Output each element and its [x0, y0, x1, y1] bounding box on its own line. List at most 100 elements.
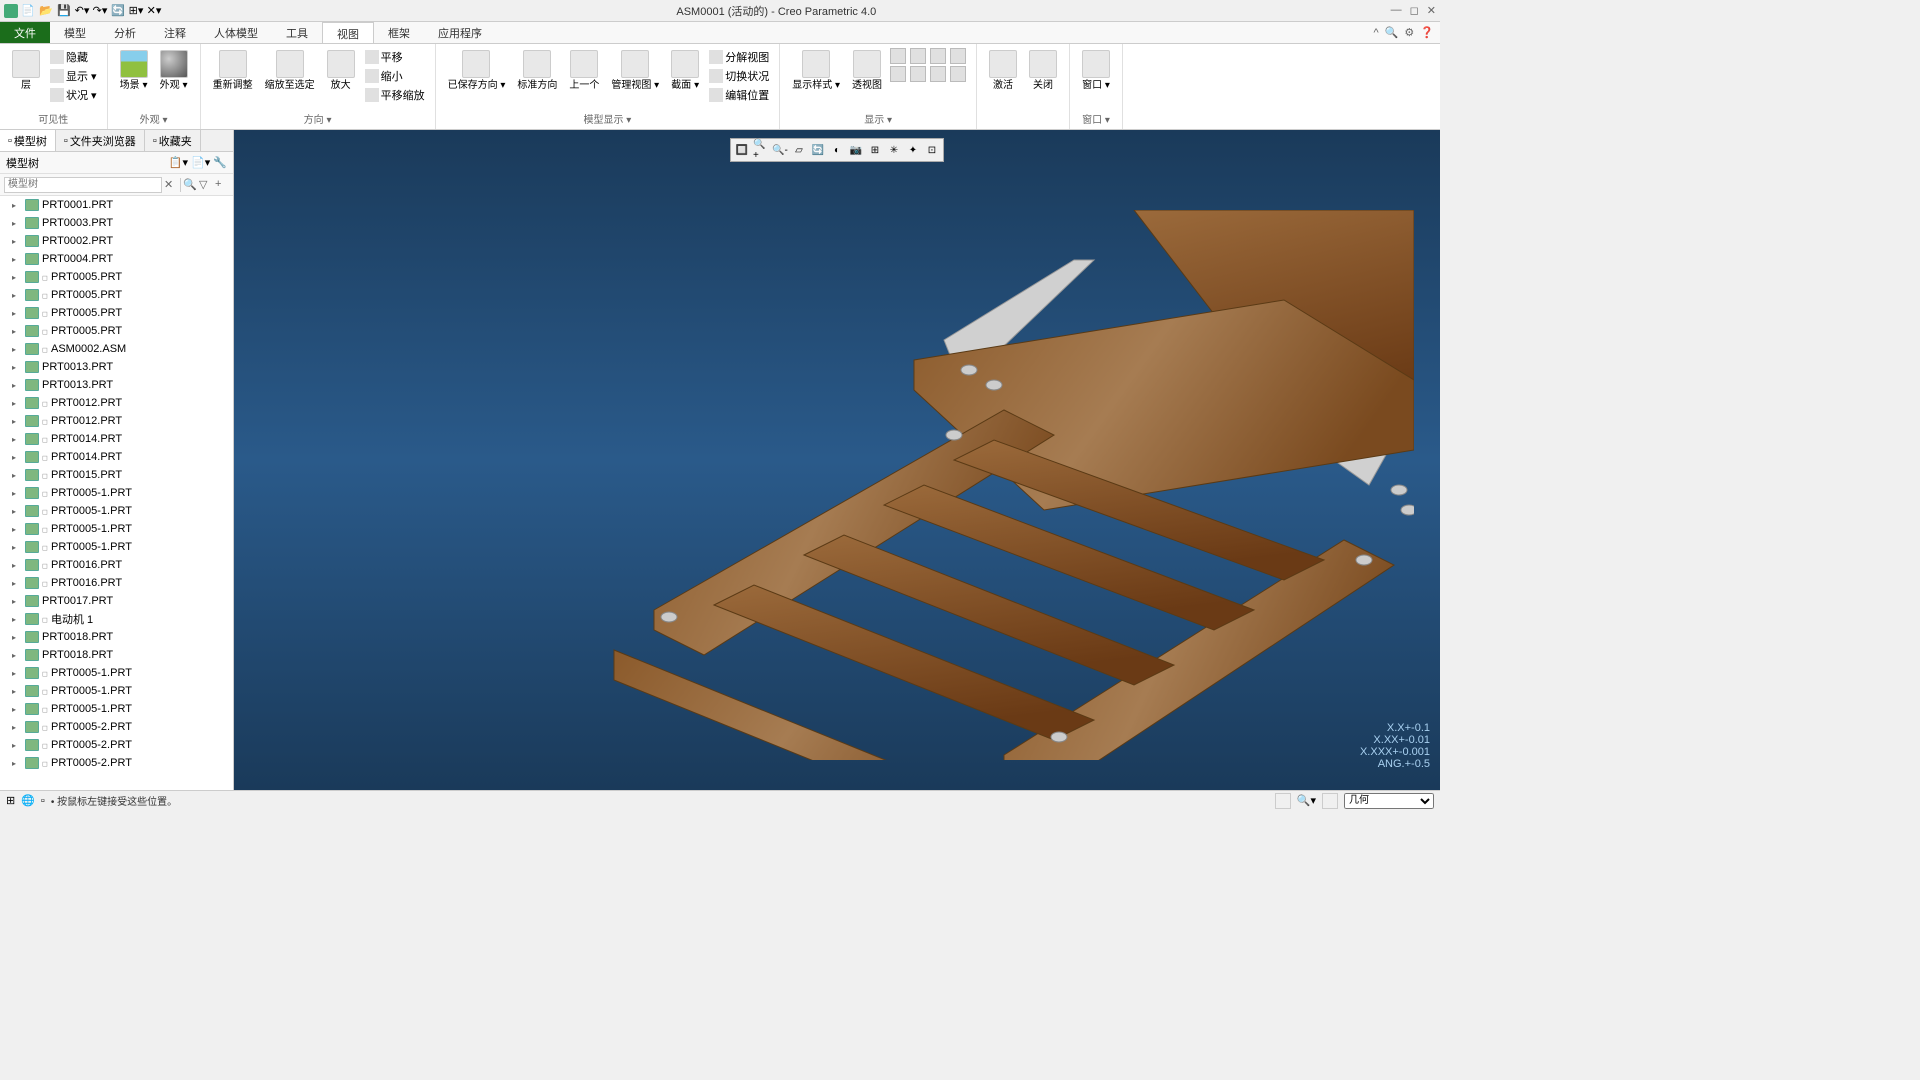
ribbon-tab-0[interactable]: 模型	[50, 22, 100, 43]
find-icon[interactable]: 🔍	[183, 178, 197, 192]
ribbon-button[interactable]: 窗口 ▾	[1078, 48, 1114, 93]
datum-toggle[interactable]	[950, 66, 966, 82]
find-button[interactable]: 🔍▾	[1297, 794, 1316, 807]
filter-icon[interactable]: ▽	[199, 178, 213, 192]
windows-icon[interactable]: ⊞▾	[128, 3, 144, 19]
sb-icon[interactable]: ▫	[41, 795, 45, 807]
tree-node[interactable]: ▸◻PRT0014.PRT	[0, 448, 233, 466]
tree-node[interactable]: ▸◻PRT0005-1.PRT	[0, 682, 233, 700]
ribbon-small-button[interactable]: 缩小	[363, 67, 427, 85]
ribbon-button[interactable]: 缩放至选定	[261, 48, 319, 93]
ribbon-small-button[interactable]: 状况 ▾	[48, 86, 99, 104]
ribbon-button[interactable]: 激活	[985, 48, 1021, 93]
ribbon-button[interactable]: 已保存方向 ▾	[444, 48, 510, 93]
ribbon-tab-2[interactable]: 注释	[150, 22, 200, 43]
ribbon-tab-5[interactable]: 视图	[322, 22, 374, 43]
datum-toggle[interactable]	[910, 66, 926, 82]
ribbon-small-button[interactable]: 分解视图	[707, 48, 771, 66]
open-icon[interactable]: 📂	[38, 3, 54, 19]
nav-tab-star[interactable]: ▫收藏夹	[145, 130, 201, 151]
tree-node[interactable]: ▸◻PRT0005-1.PRT	[0, 538, 233, 556]
ribbon-small-button[interactable]: 平移缩放	[363, 86, 427, 104]
clear-icon[interactable]: ✕	[164, 178, 178, 192]
ribbon-button[interactable]: 上一个	[565, 48, 603, 93]
nav-tab-tree[interactable]: ▫模型树	[0, 130, 56, 151]
refit-icon[interactable]: 🔲	[733, 141, 751, 159]
tree-node[interactable]: ▸PRT0003.PRT	[0, 214, 233, 232]
minimize-button[interactable]: —	[1391, 4, 1402, 17]
settings-icon[interactable]: ⚙	[1404, 26, 1414, 39]
sel-filter-icon[interactable]: ⊞	[6, 794, 15, 807]
ribbon-small-button[interactable]: 切换状况	[707, 67, 771, 85]
webtools-icon[interactable]: 🌐	[21, 794, 35, 807]
search-input[interactable]	[4, 177, 162, 193]
saved-view-icon[interactable]: 📷	[847, 141, 865, 159]
datum-toggle[interactable]	[930, 66, 946, 82]
tree-node[interactable]: ▸◻PRT0005-1.PRT	[0, 520, 233, 538]
ribbon-button[interactable]: 显示样式 ▾	[788, 48, 844, 93]
ribbon-tab-4[interactable]: 工具	[272, 22, 322, 43]
search-icon[interactable]: 🔍	[1385, 26, 1399, 39]
save-icon[interactable]: 💾	[56, 3, 72, 19]
spin-icon[interactable]: 🔄	[809, 141, 827, 159]
selection-filter[interactable]: 几何	[1344, 793, 1434, 809]
tree-node[interactable]: ▸◻PRT0016.PRT	[0, 574, 233, 592]
tree-node[interactable]: ▸PRT0018.PRT	[0, 646, 233, 664]
ribbon-button[interactable]: 管理视图 ▾	[607, 48, 663, 93]
tree-options[interactable]: 📋▾ 📄▾ 🔧	[169, 156, 227, 169]
ribbon-button[interactable]: 重新调整	[209, 48, 257, 93]
tree-node[interactable]: ▸◻PRT0005-2.PRT	[0, 718, 233, 736]
add-icon[interactable]: +	[215, 178, 229, 192]
ribbon-tab-6[interactable]: 框架	[374, 22, 424, 43]
ribbon-small-button[interactable]: 隐藏	[48, 48, 99, 66]
annotation-icon[interactable]: ✳	[885, 141, 903, 159]
close-button[interactable]: ✕	[1427, 4, 1436, 17]
tree-node[interactable]: ▸◻PRT0015.PRT	[0, 466, 233, 484]
ribbon-button[interactable]: 截面 ▾	[667, 48, 703, 93]
tree-node[interactable]: ▸◻ASM0002.ASM	[0, 340, 233, 358]
zoom-in-icon[interactable]: 🔍+	[752, 141, 770, 159]
tree-node[interactable]: ▸◻PRT0005.PRT	[0, 322, 233, 340]
datum-toggle[interactable]	[930, 48, 946, 64]
tree-node[interactable]: ▸PRT0001.PRT	[0, 196, 233, 214]
tree-node[interactable]: ▸◻PRT0005-1.PRT	[0, 664, 233, 682]
ribbon-tab-7[interactable]: 应用程序	[424, 22, 496, 43]
tree-node[interactable]: ▸◻PRT0005-2.PRT	[0, 736, 233, 754]
tree-node[interactable]: ▸◻PRT0012.PRT	[0, 394, 233, 412]
undo-icon[interactable]: ↶▾	[74, 3, 90, 19]
datum-toggle[interactable]	[890, 48, 906, 64]
sb-btn1[interactable]	[1275, 793, 1291, 809]
ribbon-button[interactable]: 标准方向	[513, 48, 561, 93]
tree-node[interactable]: ▸◻PRT0005-1.PRT	[0, 700, 233, 718]
ribbon-small-button[interactable]: 显示 ▾	[48, 67, 99, 85]
new-icon[interactable]: 📄	[20, 3, 36, 19]
help-icon[interactable]: ❓	[1420, 26, 1434, 39]
datum-toggle[interactable]	[890, 66, 906, 82]
redo-icon[interactable]: ↷▾	[92, 3, 108, 19]
ribbon-small-button[interactable]: 平移	[363, 48, 427, 66]
tree-node[interactable]: ▸PRT0018.PRT	[0, 628, 233, 646]
tree-node[interactable]: ▸◻PRT0005.PRT	[0, 304, 233, 322]
tree-node[interactable]: ▸◻PRT0005.PRT	[0, 286, 233, 304]
tree-node[interactable]: ▸◻PRT0016.PRT	[0, 556, 233, 574]
tree-node[interactable]: ▸PRT0004.PRT	[0, 250, 233, 268]
display-style-icon[interactable]: ◐	[828, 141, 846, 159]
ribbon-button[interactable]: 外观 ▾	[156, 48, 192, 93]
datum-display-icon[interactable]: ⊞	[866, 141, 884, 159]
model-tree[interactable]: ▸PRT0001.PRT▸PRT0003.PRT▸PRT0002.PRT▸PRT…	[0, 196, 233, 790]
tree-node[interactable]: ▸PRT0013.PRT	[0, 358, 233, 376]
point-icon[interactable]: ⊡	[923, 141, 941, 159]
tree-node[interactable]: ▸◻电动机 1	[0, 610, 233, 628]
collapse-ribbon-icon[interactable]: ^	[1374, 27, 1379, 39]
file-menu[interactable]: 文件	[0, 22, 50, 43]
graphics-viewport[interactable]: 🔲 🔍+ 🔍- ▱ 🔄 ◐ 📷 ⊞ ✳ ✦ ⊡	[234, 130, 1440, 790]
maximize-button[interactable]: ◻	[1410, 4, 1419, 17]
regen-icon[interactable]: 🔄	[110, 3, 126, 19]
nav-tab-folder[interactable]: ▫文件夹浏览器	[56, 130, 145, 151]
zoom-out-icon[interactable]: 🔍-	[771, 141, 789, 159]
tree-node[interactable]: ▸PRT0002.PRT	[0, 232, 233, 250]
ribbon-button[interactable]: 透视图	[848, 48, 886, 93]
ribbon-button[interactable]: 关闭	[1025, 48, 1061, 93]
axis-icon[interactable]: ✦	[904, 141, 922, 159]
tree-node[interactable]: ▸◻PRT0005-1.PRT	[0, 502, 233, 520]
